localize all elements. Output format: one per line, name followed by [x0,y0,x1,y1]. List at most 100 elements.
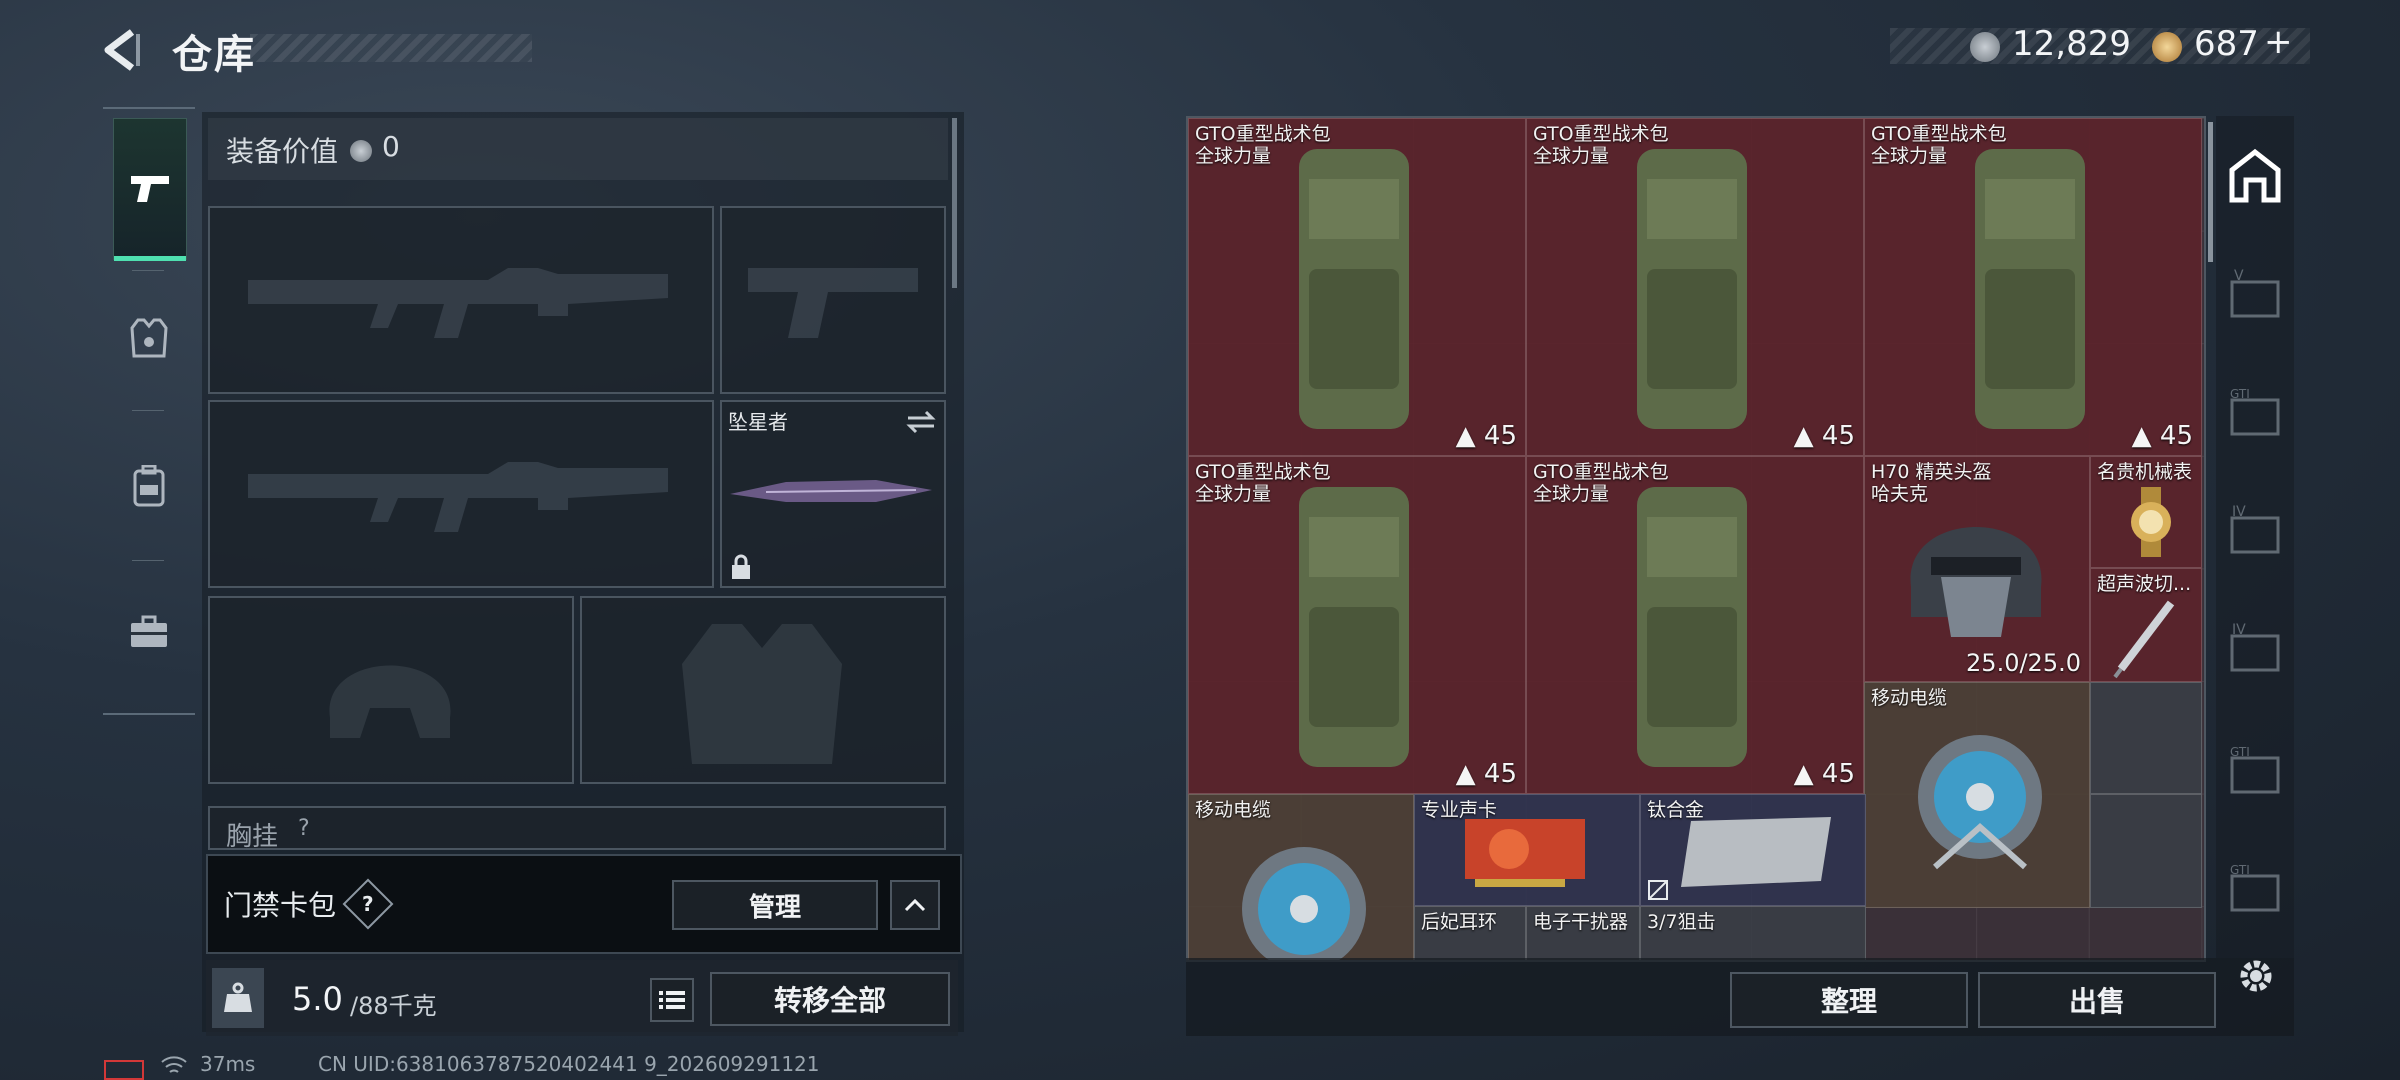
gun-icon [131,176,169,202]
grid-item[interactable]: H70 精英头盔 哈夫克 25.0/25.0 [1864,456,2090,682]
coin-amount: 12,829 [2012,24,2131,64]
backpack-icon [1299,487,1409,767]
svg-text:GTI: GTI [2230,745,2250,759]
grid-item[interactable]: 3/7狙击 [1640,906,1866,960]
grid-item[interactable]: 电子干扰器 [1526,906,1640,960]
nav-item-armor[interactable] [113,268,185,408]
storage-scrollbar[interactable] [2208,122,2213,262]
backpack-icon [1637,487,1747,767]
sort-button[interactable]: 整理 [1730,972,1968,1028]
chest-rig-label: 胸挂 [226,822,279,850]
helmet-slot[interactable] [208,596,574,784]
knife-icon [730,480,932,502]
backpack-icon [1637,149,1747,429]
grid-item[interactable]: 移动电缆 [1188,794,1414,960]
toolbox-icon [131,615,167,647]
coin-icon [350,140,372,162]
grid-item[interactable]: 超声波切... [2090,568,2202,682]
keycard-label: 门禁卡包 [224,889,337,922]
rifle-silhouette-icon [248,462,668,532]
cutter-icon [2113,600,2175,679]
watch-icon [2131,487,2171,557]
grid-item[interactable]: 名贵机械表 [2090,456,2202,568]
home-storage-icon [2229,148,2281,203]
durability: 25.0/25.0 [1966,649,2081,677]
primary-weapon-slot[interactable] [208,206,714,394]
secondary-weapon-slot[interactable] [208,400,714,588]
storage-box-icon: IV [2230,504,2280,554]
swap-icon[interactable] [906,410,936,434]
pistol-silhouette-icon [748,268,918,338]
help-symbol: ? [362,891,374,916]
svg-text:GTI: GTI [2230,387,2250,401]
storage-tab-gti-1[interactable]: GTI [2226,386,2284,444]
cable-reel-icon [1242,847,1366,960]
svg-text:IV: IV [2232,504,2246,520]
storage-box-icon: GTI [2230,863,2280,912]
coin-icon [1970,32,2000,62]
storage-tab-gti-2[interactable]: GTI [2226,744,2284,802]
uid: CN UID:6381063787520402441 9_20260929112… [318,1052,820,1076]
weight-icon [212,968,264,1028]
capacity-max: /88千克 [350,992,437,1020]
grid-item[interactable]: GTO重型战术包 全球力量 ▲ 45 [1526,118,1864,456]
cable-reel-icon [1918,735,2042,870]
backpack-icon [1975,149,2085,429]
storage-box-icon: IV [2230,622,2280,672]
manage-keycard-button[interactable]: 管理 [672,880,878,930]
empty-cell[interactable] [2090,682,2202,794]
wifi-icon [161,1056,187,1073]
storage-tab-gti-3[interactable]: GTI [2226,862,2284,920]
empty-cell[interactable] [2090,794,2202,908]
rifle-silhouette-icon [248,268,668,338]
equipment-value-label: 装备价值 [226,135,339,168]
grid-item[interactable]: GTO重型战术包 全球力量 ▲ 45 [1188,456,1526,794]
equipment-scrollbar[interactable] [952,118,957,288]
grid-item[interactable]: GTO重型战术包 全球力量 ▲ 45 [1188,118,1526,456]
storage-box-icon: GTI [2230,745,2280,794]
grid-item[interactable]: GTO重型战术包 全球力量 ▲ 45 [1526,456,1864,794]
sound-card-icon [1465,819,1585,887]
svg-text:IV: IV [2232,622,2246,638]
chevron-up-icon [904,898,926,912]
titanium-icon [1681,817,1831,887]
sidearm-slot[interactable] [720,206,946,394]
grid-item[interactable]: 后妃耳环 [1414,906,1526,960]
no-sell-icon [1648,880,1668,900]
storage-main-tab[interactable] [2226,146,2284,204]
nav-item-backpack[interactable] [113,416,185,556]
storage-tab-iv-1[interactable]: IV [2226,504,2284,562]
nav-item-toolbox[interactable] [113,562,185,702]
helmet-silhouette-icon [329,665,451,738]
latency: 37ms [200,1052,256,1076]
grid-item[interactable]: 移动电缆 [1864,682,2090,908]
backpack-icon [133,465,165,507]
svg-text:GTI: GTI [2230,863,2250,877]
grid-item[interactable]: GTO重型战术包 全球力量 ▲ 45 [1864,118,2202,456]
storage-tab-iv-2[interactable]: IV [2226,622,2284,680]
grid-item[interactable]: 专业声卡 [1414,794,1640,906]
chest-rig-help[interactable]: ? [298,816,310,841]
sell-button[interactable]: 出售 [1978,972,2216,1028]
body-armor-slot[interactable] [580,596,946,784]
grid-item[interactable]: 钛合金 [1640,794,1866,906]
chest-rig-slot[interactable]: 胸挂 ? [208,806,946,850]
storage-box-icon: GTI [2230,387,2280,436]
storage-tab-v[interactable]: V [2226,268,2284,326]
armor-vest-icon [130,318,168,358]
gear-icon[interactable] [2234,954,2278,998]
back-arrow-icon[interactable] [100,28,144,72]
storage-grid[interactable]: GTO重型战术包 全球力量 ▲ 45 GTO重型战术包 全球力量 ▲ 45 GTO重… [1186,116,2206,962]
title-decoration [250,34,532,62]
token-amount: 687 [2194,24,2259,64]
lock-icon [732,554,750,579]
melee-slot[interactable]: 坠星者 [720,400,946,588]
nav-item-weapons[interactable] [113,118,187,261]
transfer-all-button[interactable]: 转移全部 [710,972,950,1026]
add-currency-button[interactable]: + [2264,22,2293,62]
expand-keycard-button[interactable] [890,880,940,930]
capacity-current: 5.0 [292,980,343,1018]
list-view-button[interactable] [650,978,694,1022]
vest-silhouette-icon [682,624,842,764]
equipment-value: 0 [382,130,400,163]
